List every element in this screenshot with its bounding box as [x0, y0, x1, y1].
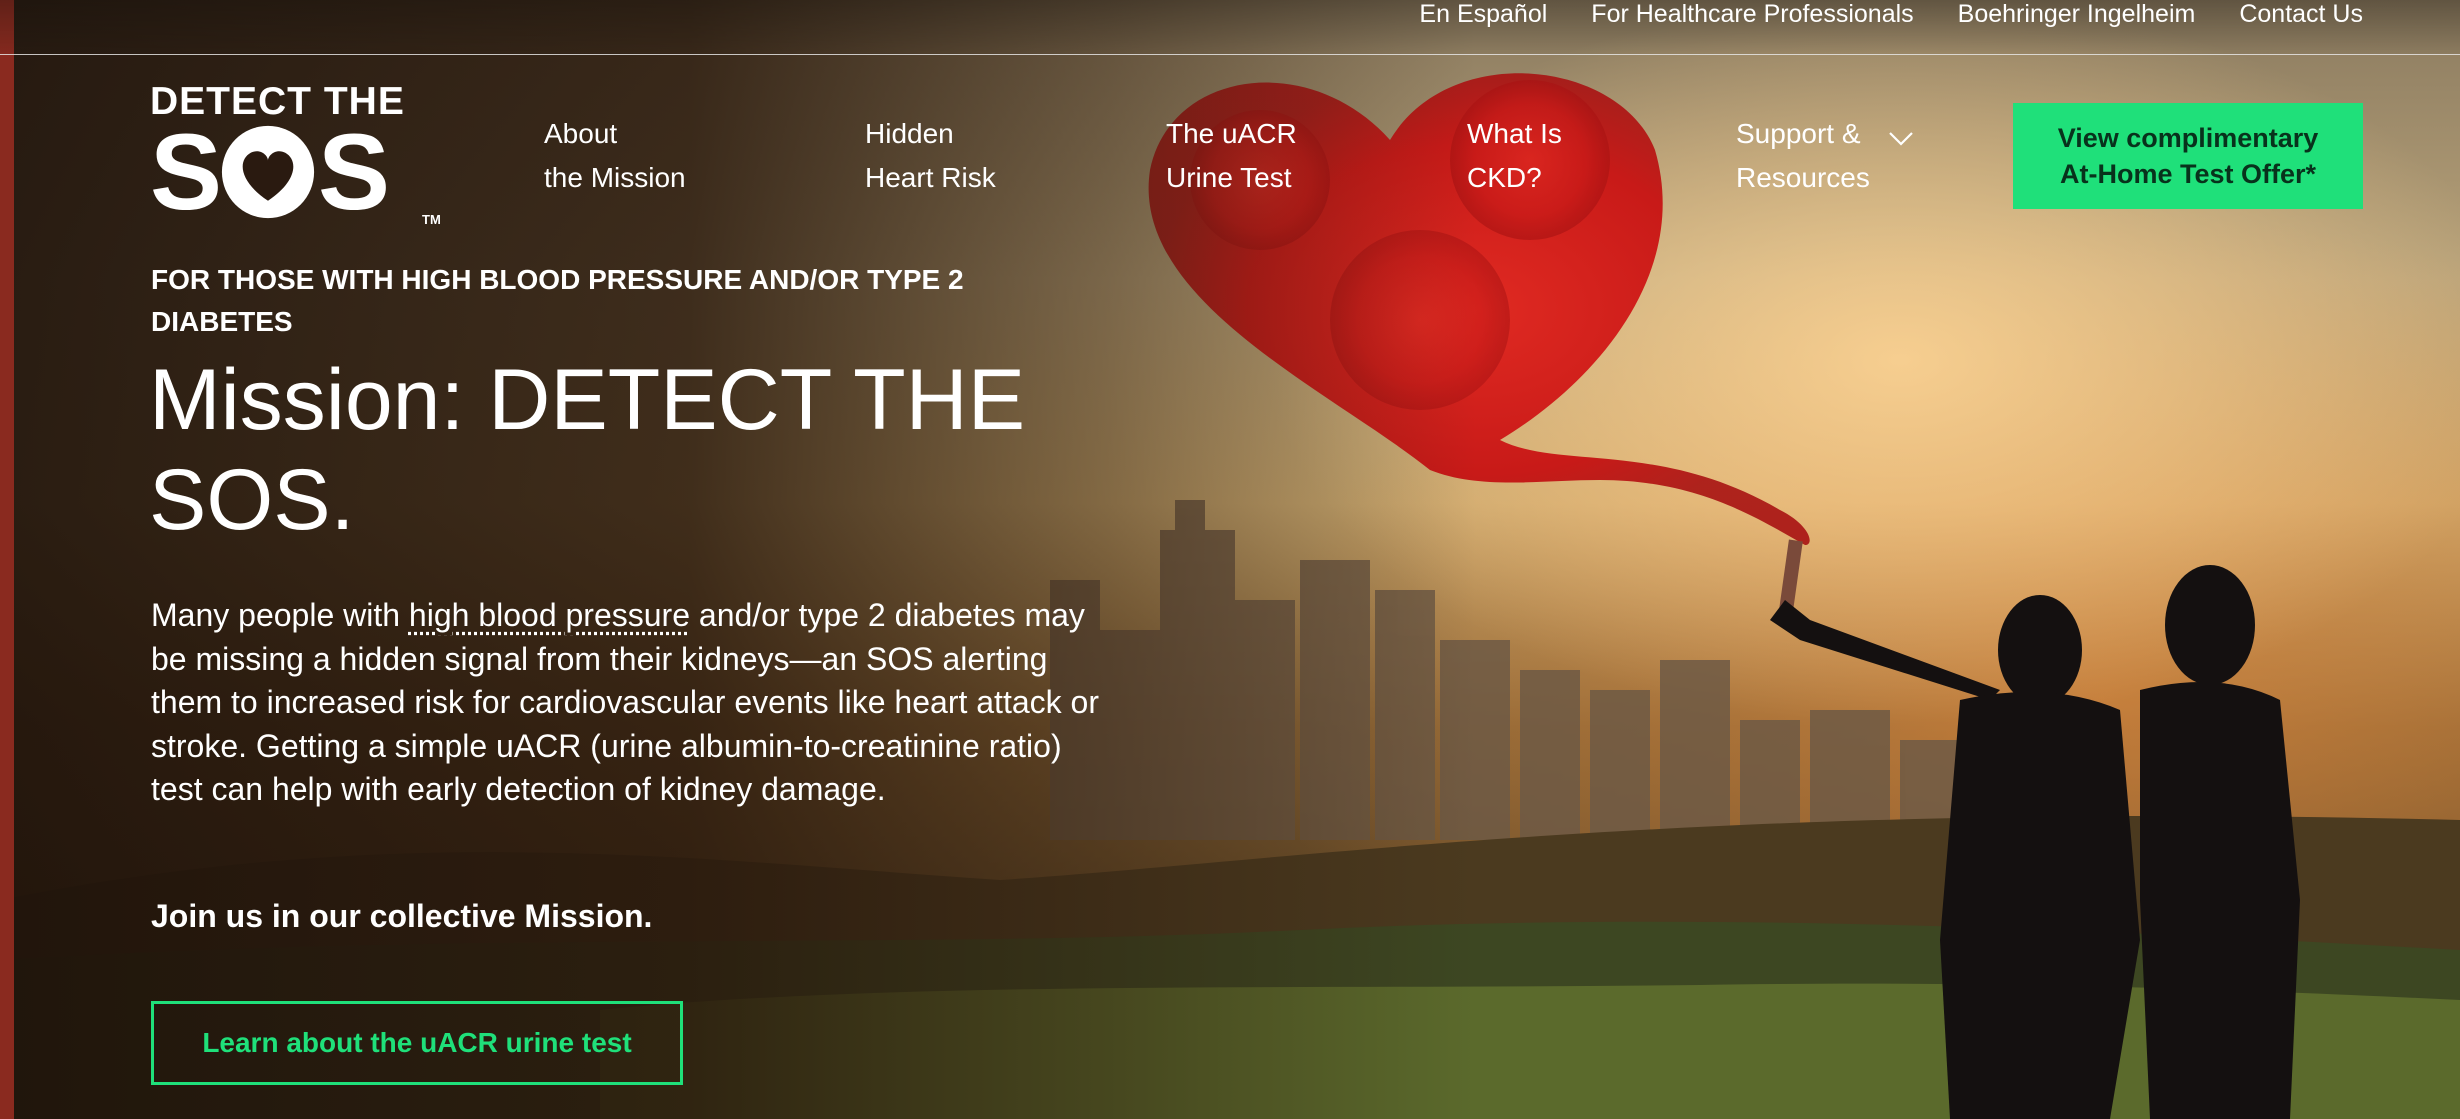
nav-uacr-line2: Urine Test: [1166, 162, 1292, 193]
chevron-down-icon[interactable]: [1888, 128, 1914, 148]
nav-about-the-mission[interactable]: About the Mission: [544, 112, 686, 200]
cta-line1: View complimentary: [2057, 123, 2319, 153]
hero-join-text: Join us in our collective Mission.: [151, 898, 653, 934]
link-healthcare-professionals[interactable]: For Healthcare Professionals: [1591, 0, 1913, 28]
page-title: Mission: DETECT THE SOS.: [149, 352, 1026, 548]
high-blood-pressure-term[interactable]: high blood pressure: [409, 597, 690, 633]
utility-bar: En Español For Healthcare Professionals …: [0, 0, 2460, 55]
nav-hidden-line2: Heart Risk: [865, 162, 996, 193]
learn-uacr-test-button[interactable]: Learn about the uACR urine test: [151, 1001, 683, 1085]
nav-what-is-ckd[interactable]: What Is CKD?: [1467, 112, 1562, 200]
nav-support-resources[interactable]: Support & Resources: [1736, 112, 1870, 200]
nav-support-line2: Resources: [1736, 162, 1870, 193]
hero-body: Many people with high blood pressure and…: [151, 594, 1121, 812]
logo-letter-s2: S: [318, 111, 390, 232]
nav-about-line1: About: [544, 118, 618, 149]
site-logo[interactable]: DETECT THE S S TM: [150, 82, 450, 232]
link-boehringer-ingelheim[interactable]: Boehringer Ingelheim: [1958, 0, 2196, 28]
hero-body-pre: Many people with: [151, 597, 409, 633]
at-home-test-offer-button[interactable]: View complimentary At-Home Test Offer*: [2013, 103, 2363, 209]
nav-ckd-line2: CKD?: [1467, 162, 1542, 193]
link-en-espanol[interactable]: En Español: [1419, 0, 1547, 28]
nav-support-line1: Support &: [1736, 118, 1861, 149]
nav-hidden-heart-risk[interactable]: Hidden Heart Risk: [865, 112, 996, 200]
left-edge-bar: [0, 0, 14, 1119]
logo-wordmark-sos: S S: [150, 118, 450, 226]
logo-letter-s1: S: [150, 111, 222, 232]
nav-uacr-line1: The uACR: [1166, 118, 1297, 149]
nav-uacr-urine-test[interactable]: The uACR Urine Test: [1166, 112, 1297, 200]
hero-eyebrow: FOR THOSE WITH HIGH BLOOD PRESSURE AND/O…: [151, 264, 964, 337]
nav-about-line2: the Mission: [544, 162, 686, 193]
nav-ckd-line1: What Is: [1467, 118, 1562, 149]
logo-trademark: TM: [422, 212, 441, 227]
nav-hidden-line1: Hidden: [865, 118, 954, 149]
heart-icon: [221, 125, 315, 219]
utility-links: En Español For Healthcare Professionals …: [1419, 0, 2363, 28]
cta-line2: At-Home Test Offer*: [2059, 159, 2317, 189]
link-contact-us[interactable]: Contact Us: [2239, 0, 2363, 28]
